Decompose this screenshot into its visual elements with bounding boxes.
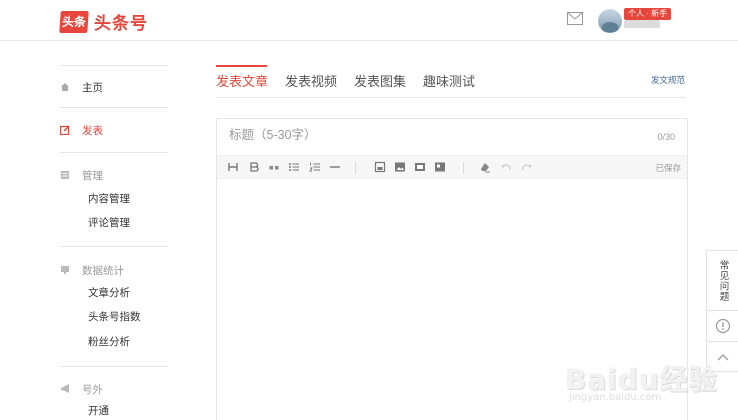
- sidebar-item-label: 主页: [82, 81, 103, 94]
- baidu-jingyan-watermark: Baidu经验 jingyan.baidu.com: [565, 340, 725, 410]
- heading-icon[interactable]: [227, 161, 239, 173]
- alert-icon: [715, 318, 730, 334]
- sidebar-item-home[interactable]: 主页: [60, 79, 103, 95]
- top-header: 头条 头条号 个人 · 新手: [0, 0, 738, 41]
- avatar[interactable]: [598, 9, 622, 33]
- feedback-button[interactable]: [707, 311, 738, 342]
- manage-icon: [61, 171, 69, 179]
- gallery-icon[interactable]: [434, 161, 446, 173]
- sidebar-group-label: 号外: [82, 383, 103, 396]
- sidebar-divider: [60, 152, 168, 153]
- tab-gallery[interactable]: 发表图集: [354, 73, 406, 91]
- sidebar-group-manage: 管理: [60, 167, 103, 183]
- numbered-list-icon[interactable]: [309, 161, 321, 173]
- toolbar-separator: [355, 162, 356, 174]
- sidebar-item-activate[interactable]: 开通: [88, 403, 109, 419]
- megaphone-icon: [61, 384, 69, 393]
- tab-article[interactable]: 发表文章: [216, 73, 268, 91]
- logo-text: 头条号: [94, 14, 148, 33]
- logo-badge: 头条: [59, 10, 89, 33]
- active-tab-indicator: [216, 65, 267, 67]
- tab-quiz[interactable]: 趣味测试: [423, 73, 475, 91]
- title-input[interactable]: [229, 128, 609, 142]
- mail-icon[interactable]: [567, 12, 583, 25]
- sidebar-item-publish[interactable]: 发表: [60, 122, 103, 138]
- divider-icon[interactable]: [329, 161, 341, 173]
- stats-icon: [61, 266, 69, 274]
- document-icon[interactable]: [374, 161, 386, 173]
- toolbar-separator: [463, 162, 464, 174]
- faq-button[interactable]: 常见问题: [707, 251, 738, 311]
- sidebar-group-extra: 号外: [60, 381, 103, 397]
- sidebar-group-label: 管理: [82, 169, 103, 182]
- tab-video[interactable]: 发表视频: [285, 73, 337, 91]
- quote-icon[interactable]: [268, 161, 280, 173]
- publish-tabs: 发表文章 发表视频 发表图集 趣味测试: [216, 66, 686, 98]
- sidebar-divider: [60, 246, 168, 247]
- video-icon[interactable]: [414, 161, 426, 173]
- bulleted-list-icon[interactable]: [288, 161, 300, 173]
- sidebar-item-comment-manage[interactable]: 评论管理: [88, 215, 130, 231]
- toutiao-logo[interactable]: 头条 头条号: [59, 9, 148, 34]
- save-status: 已保存: [655, 163, 681, 173]
- username-blurred[interactable]: [624, 20, 660, 28]
- clear-format-icon[interactable]: [479, 161, 491, 173]
- watermark-url: jingyan.baidu.com: [569, 392, 662, 403]
- sidebar-divider: [60, 107, 168, 108]
- app-frame: 头条 头条号 个人 · 新手 主页 发表 管理 内容管理 评论管理 数据统计 文…: [0, 0, 738, 420]
- sidebar-divider: [60, 366, 168, 367]
- bold-icon[interactable]: [248, 161, 260, 173]
- undo-icon[interactable]: [500, 161, 512, 173]
- redo-icon[interactable]: [521, 161, 533, 173]
- image-icon[interactable]: [394, 161, 406, 173]
- home-icon: [61, 83, 69, 91]
- sidebar-group-stats: 数据统计: [60, 262, 124, 278]
- editor-toolbar: 已保存: [217, 155, 687, 179]
- sidebar-item-content-manage[interactable]: 内容管理: [88, 191, 130, 207]
- sidebar-item-label: 发表: [82, 124, 103, 137]
- user-level-badge: 个人 · 新手: [624, 8, 672, 20]
- sidebar-item-fans-analysis[interactable]: 粉丝分析: [88, 334, 130, 350]
- title-char-count: 0/30: [657, 132, 675, 142]
- sidebar-divider: [60, 65, 168, 66]
- edit-icon: [60, 125, 70, 135]
- sidebar-group-label: 数据统计: [82, 264, 124, 277]
- sidebar-item-account-index[interactable]: 头条号指数: [88, 309, 141, 325]
- posting-rules-link[interactable]: 发文规范: [651, 74, 685, 86]
- sidebar-item-article-analysis[interactable]: 文章分析: [88, 285, 130, 301]
